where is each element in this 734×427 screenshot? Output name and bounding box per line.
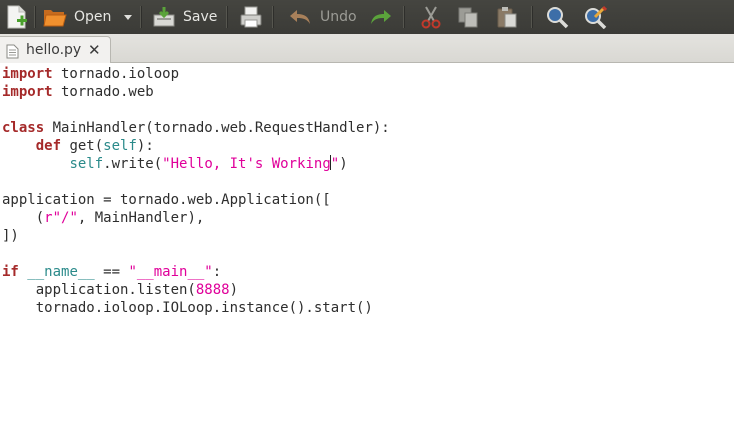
code-line: ]) [2,228,19,244]
code-line: application.listen(8888) [2,282,239,298]
separator [531,6,533,28]
paste-icon [497,7,517,28]
tab-bar: hello.py ✕ [0,34,734,63]
cut-button[interactable] [419,0,443,34]
text-file-icon [6,44,19,59]
separator [34,6,36,28]
separator [140,6,142,28]
undo-button[interactable]: Undo [288,0,357,34]
code-line: self.write("Hello, It's Working") [69,155,348,172]
open-button[interactable]: Open [42,0,111,34]
paste-button[interactable] [495,0,519,34]
find-button[interactable] [545,0,569,34]
undo-icon [290,10,310,24]
separator [272,6,274,28]
save-label: Save [183,9,218,25]
code-line: import tornado.web [2,84,154,100]
open-label: Open [74,9,112,25]
redo-icon [371,10,391,24]
print-button[interactable] [238,0,264,34]
printer-icon [240,6,262,28]
save-button[interactable]: Save [151,0,217,34]
separator [226,6,228,28]
folder-open-icon [43,10,67,27]
find-replace-icon [585,5,607,29]
code-line: class MainHandler(tornado.web.RequestHan… [2,120,390,136]
code-line: def get(self): [35,138,154,154]
code-line: application = tornado.web.Application([ [2,192,331,208]
code-line: tornado.ioloop.IOLoop.instance().start() [2,300,373,316]
open-recent-dropdown[interactable] [123,0,133,34]
tab-filename: hello.py [26,42,82,58]
toolbar: Open Save Undo [0,0,734,34]
new-button[interactable] [5,0,29,34]
code-editor[interactable]: import tornado.ioloop import tornado.web… [0,63,734,427]
separator [403,6,405,28]
save-icon [153,7,175,27]
code-line: (r"/", MainHandler), [2,210,205,226]
find-replace-button[interactable] [583,0,607,34]
copy-icon [458,7,478,28]
close-tab-icon[interactable]: ✕ [88,40,101,60]
scissors-icon [421,6,441,29]
search-icon [547,7,569,29]
undo-label: Undo [320,9,357,25]
code-line: import tornado.ioloop [2,66,180,82]
copy-button[interactable] [456,0,480,34]
code-line: if __name__ == "__main__": [2,264,222,280]
new-document-icon [7,5,27,29]
redo-button[interactable] [367,0,393,34]
chevron-down-icon [124,15,132,20]
tab-hello-py[interactable]: hello.py ✕ [0,36,111,63]
